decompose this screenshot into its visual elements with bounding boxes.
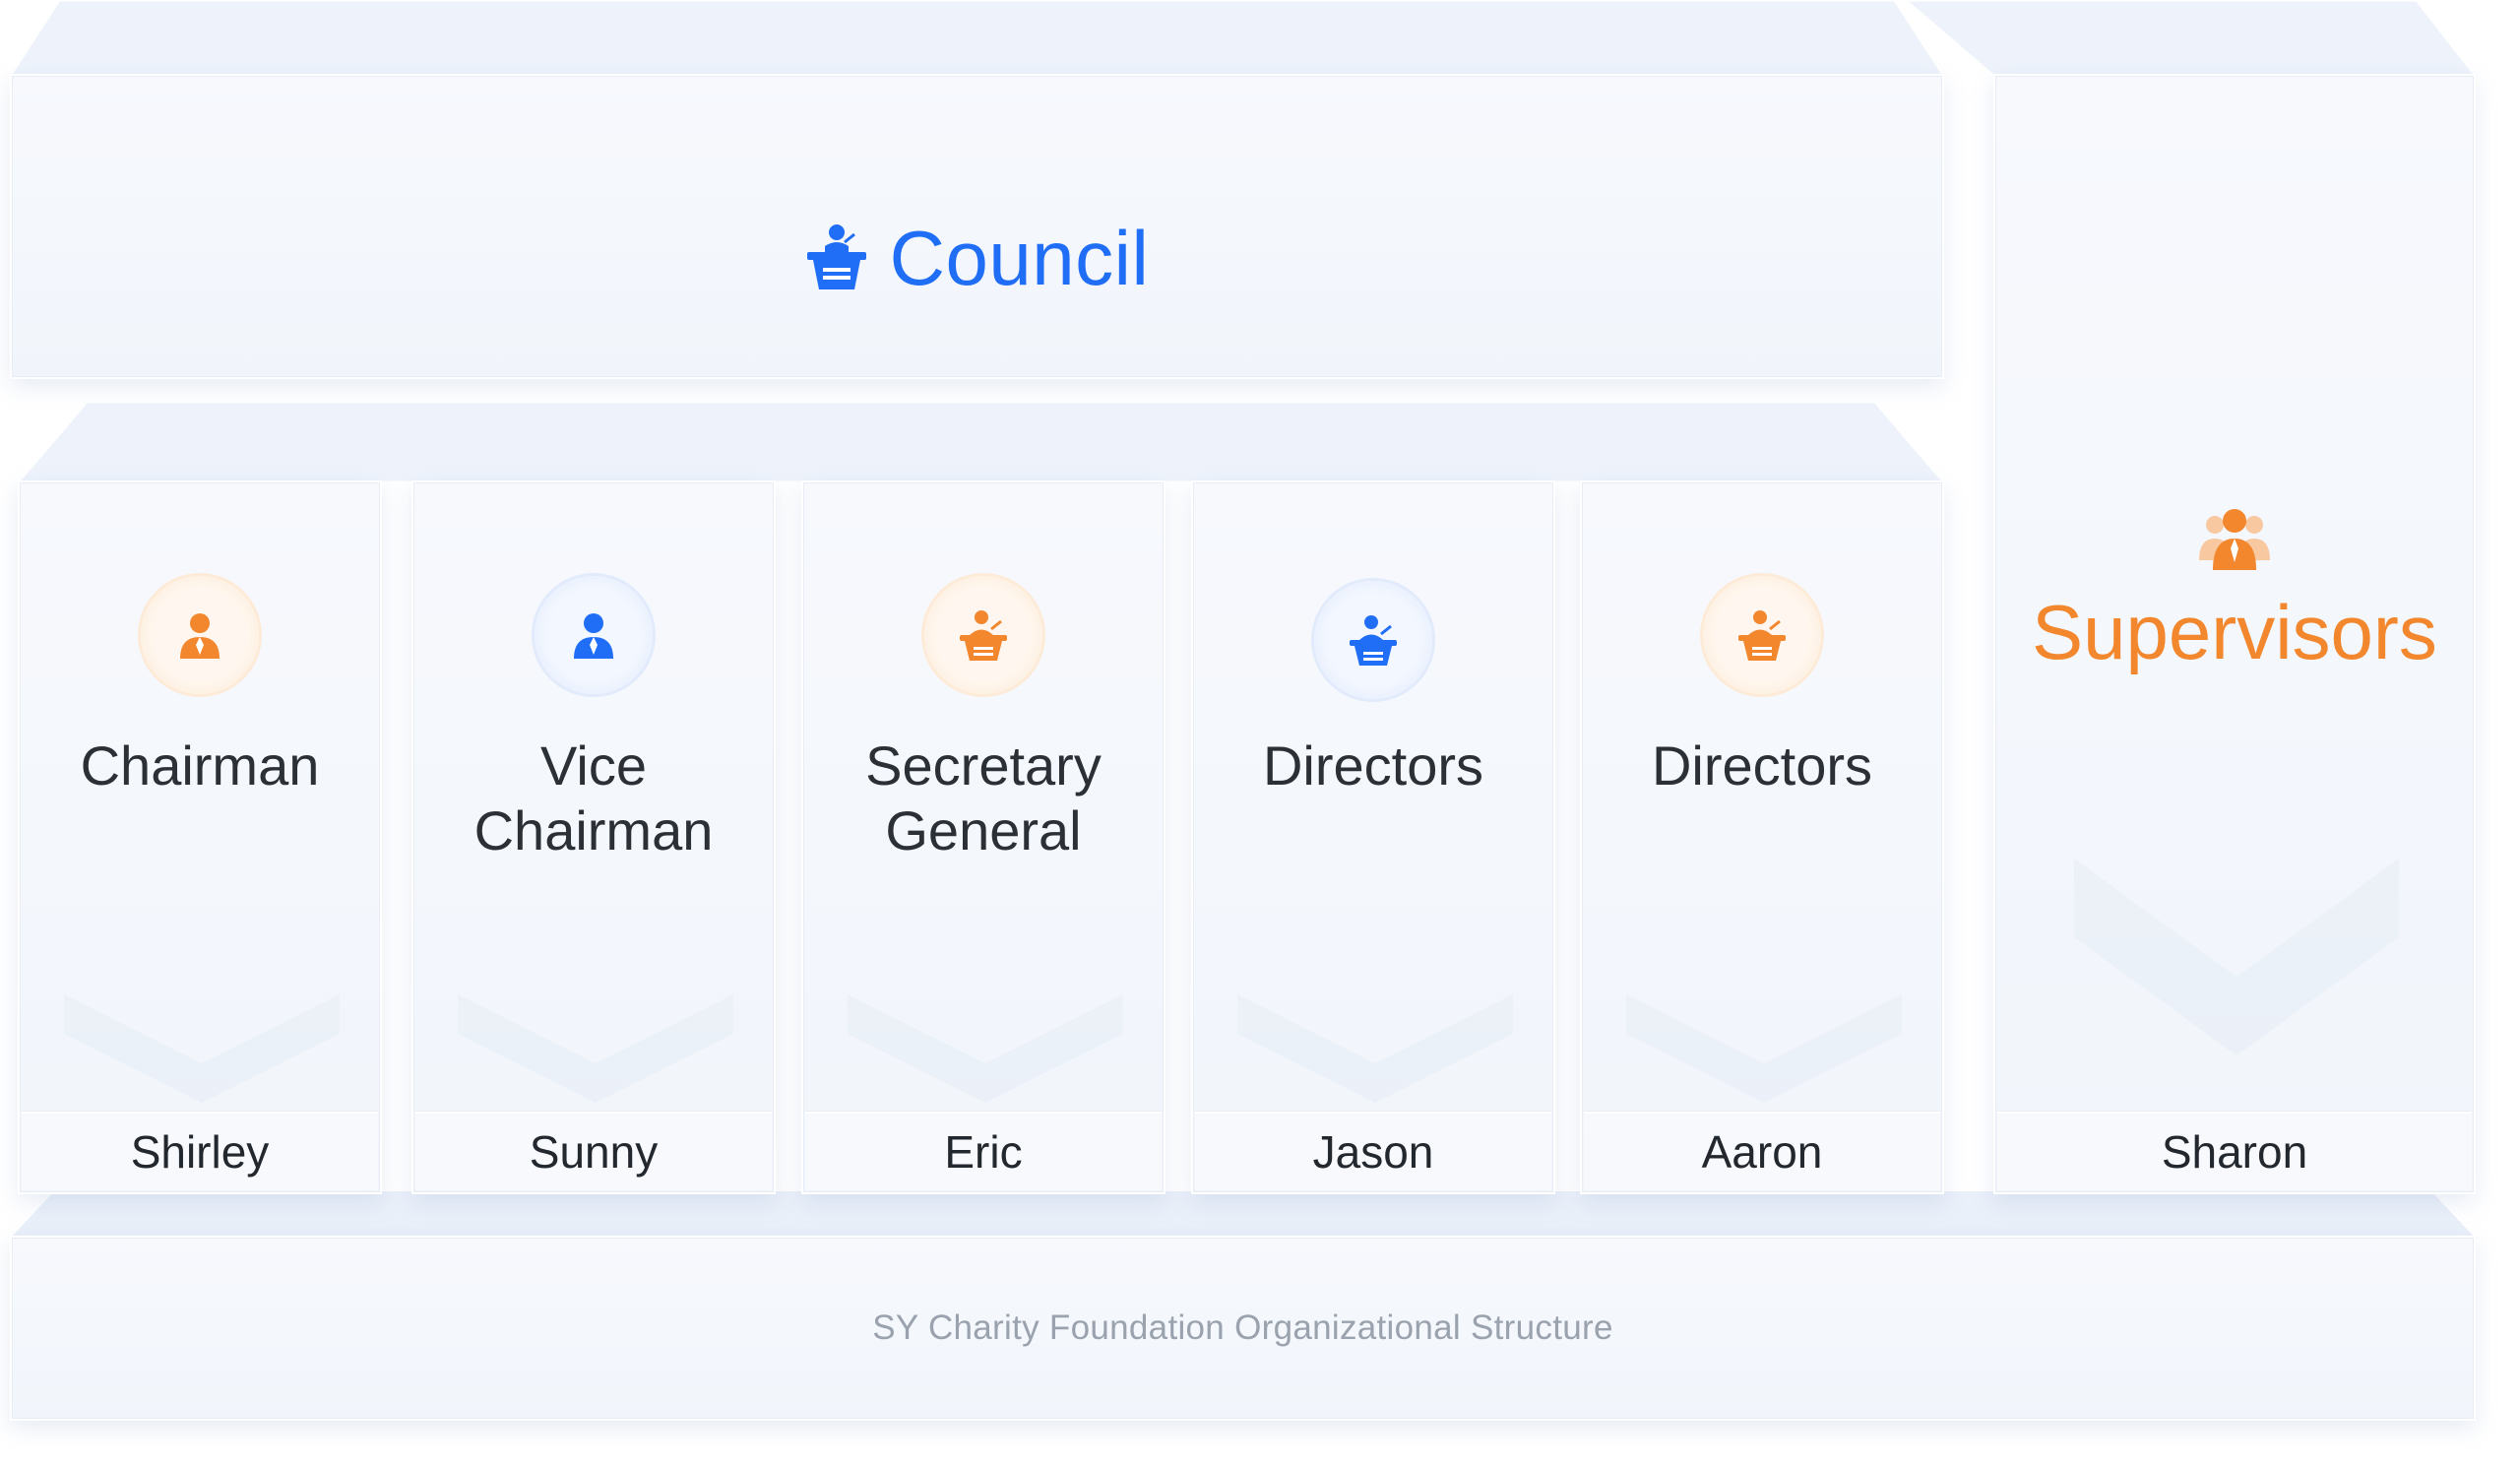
role-column-directors-1: Directors Jason [1191, 480, 1555, 1194]
columns-top-bevel [18, 402, 1944, 482]
footer-caption: SY Charity Foundation Organizational Str… [872, 1308, 1613, 1347]
role-icon-badge [1314, 581, 1432, 699]
chevron-decoration [1237, 994, 1513, 1103]
speaker-podium-icon [1738, 610, 1786, 661]
role-title: Chairman [80, 734, 320, 797]
member-name: Sharon [1997, 1112, 2472, 1190]
role-column-secretary-general: Secretary General Eric [801, 480, 1166, 1194]
role-icon-badge [535, 576, 653, 694]
podium-icon [805, 221, 868, 296]
council-top-bevel [10, 0, 1944, 76]
role-title: Directors [1651, 734, 1873, 797]
chevron-decoration [64, 994, 340, 1103]
member-name: Eric [805, 1112, 1162, 1190]
role-column-chairman: Chairman Shirley [18, 480, 382, 1194]
member-name: Shirley [22, 1112, 378, 1190]
role-column-vice-chairman: Vice Chairman Sunny [411, 480, 776, 1194]
chevron-decoration [2074, 859, 2399, 1055]
speaker-podium-icon [1350, 615, 1397, 666]
council-block: Council [10, 74, 1944, 379]
role-icon-badge [924, 576, 1042, 694]
chevron-decoration [1626, 994, 1902, 1103]
council-title: Council [889, 214, 1150, 301]
speaker-podium-icon [960, 610, 1007, 661]
chevron-decoration [848, 994, 1123, 1103]
role-title: Secretary General [865, 734, 1102, 861]
person-icon [574, 613, 613, 659]
role-title: Directors [1262, 734, 1484, 797]
supervisors-block: Supervisors Sharon [1993, 74, 2476, 1194]
chevron-decoration [458, 994, 733, 1103]
member-name: Aaron [1584, 1112, 1940, 1190]
member-name: Jason [1195, 1112, 1551, 1190]
role-icon-badge [1703, 576, 1821, 694]
council-heading: Council [12, 199, 1942, 317]
supervisors-title: Supervisors [2032, 589, 2437, 675]
role-title: Vice Chairman [473, 734, 714, 861]
member-name: Sunny [415, 1112, 772, 1190]
person-icon [180, 613, 220, 659]
role-icon-badge [141, 576, 259, 694]
footer-block: SY Charity Foundation Organizational Str… [10, 1236, 2476, 1421]
group-icon [2199, 509, 2270, 570]
footer-top-bevel [10, 1191, 2476, 1239]
supervisors-top-bevel [1905, 0, 2476, 76]
role-column-directors-2: Directors Aaron [1580, 480, 1944, 1194]
